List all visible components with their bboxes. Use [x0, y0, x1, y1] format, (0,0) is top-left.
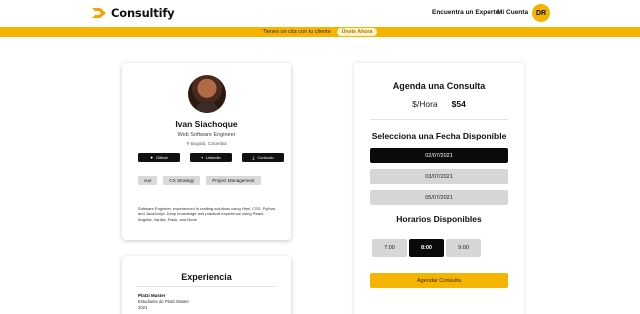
date-option-selected[interactable]: 02/07/2021 — [370, 148, 508, 163]
expert-name: Ivan Siachoque — [175, 119, 238, 129]
github-label: Github — [155, 155, 168, 160]
download-icon: ⤓ — [252, 155, 255, 160]
profile-card: Ivan Siachoque Web Software Engineer ⚲ B… — [122, 63, 291, 240]
booking-title: Agenda una Consulta — [392, 81, 486, 91]
experience-title: Experiencia — [181, 272, 232, 282]
time-option[interactable]: 7:00 — [372, 239, 407, 257]
skill-tags: vue CX Strategy Project Management — [138, 176, 261, 185]
join-now-button[interactable]: Únete Ahora — [336, 28, 378, 36]
time-option[interactable]: 9:00 — [446, 239, 481, 257]
promo-text: Tienes un cita con tu cliente — [262, 29, 331, 35]
experience-card: Experiencia Platzi Master Estudiante de … — [122, 256, 291, 314]
divider — [136, 286, 277, 287]
expert-role: Web Software Engineer — [177, 132, 236, 138]
skill-tag: Project Management — [206, 176, 261, 185]
brand-logo[interactable]: Consultify — [91, 5, 175, 21]
date-option[interactable]: 03/07/2021 — [370, 169, 508, 184]
location-text: Bogotá, Colombia — [190, 141, 227, 146]
price-value: $54 — [451, 99, 466, 109]
brand-name: Consultify — [111, 6, 175, 20]
skill-tag: CX Strategy — [163, 176, 201, 185]
github-icon: ● — [150, 155, 153, 160]
price-unit: $/Hora — [412, 99, 438, 109]
price-row: $/Hora $54 — [354, 99, 524, 109]
experience-year: 2021 — [138, 305, 148, 310]
date-options: 02/07/2021 03/07/2021 05/07/2021 — [370, 148, 508, 205]
user-avatar[interactable]: DR — [532, 4, 550, 22]
resume-download-button[interactable]: ⤓ Currículo — [242, 153, 284, 162]
linkedin-icon: ▪ — [201, 155, 203, 160]
profile-photo — [188, 75, 226, 113]
top-header: Consultify Encuentra un Experto Mi Cuent… — [0, 0, 640, 26]
pin-icon: ⚲ — [186, 141, 190, 146]
time-options: 7:00 8:00 9:00 — [372, 239, 481, 257]
time-section-title: Horarios Disponibles — [396, 214, 482, 224]
social-links: ● Github ▪ Linkedin ⤓ Currículo — [138, 153, 284, 162]
experience-role: Estudiante de Platzi Master — [138, 299, 189, 304]
resume-label: Currículo — [257, 155, 274, 160]
nav-my-account-link[interactable]: Mi Cuenta — [497, 9, 528, 16]
linkedin-button[interactable]: ▪ Linkedin — [190, 153, 232, 162]
promo-banner: Tienes un cita con tu cliente Únete Ahor… — [0, 27, 640, 37]
time-option-selected[interactable]: 8:00 — [409, 239, 444, 257]
github-button[interactable]: ● Github — [138, 153, 180, 162]
date-option[interactable]: 05/07/2021 — [370, 190, 508, 205]
logo-icon — [92, 8, 106, 18]
nav-find-expert-link[interactable]: Encuentra un Experto — [432, 9, 500, 16]
booking-card: Agenda una Consulta $/Hora $54 Seleccion… — [354, 63, 524, 314]
experience-org: Platzi Master — [138, 293, 166, 298]
skill-tag: vue — [138, 176, 158, 185]
linkedin-label: Linkedin — [205, 155, 221, 160]
expert-bio: Software Engineer, experienced in crafti… — [138, 206, 277, 222]
expert-location: ⚲ Bogotá, Colombia — [122, 141, 291, 147]
divider — [370, 119, 508, 120]
date-section-title: Selecciona una Fecha Disponible — [371, 131, 507, 141]
book-consultation-button[interactable]: Agendar Consulta — [370, 273, 508, 288]
